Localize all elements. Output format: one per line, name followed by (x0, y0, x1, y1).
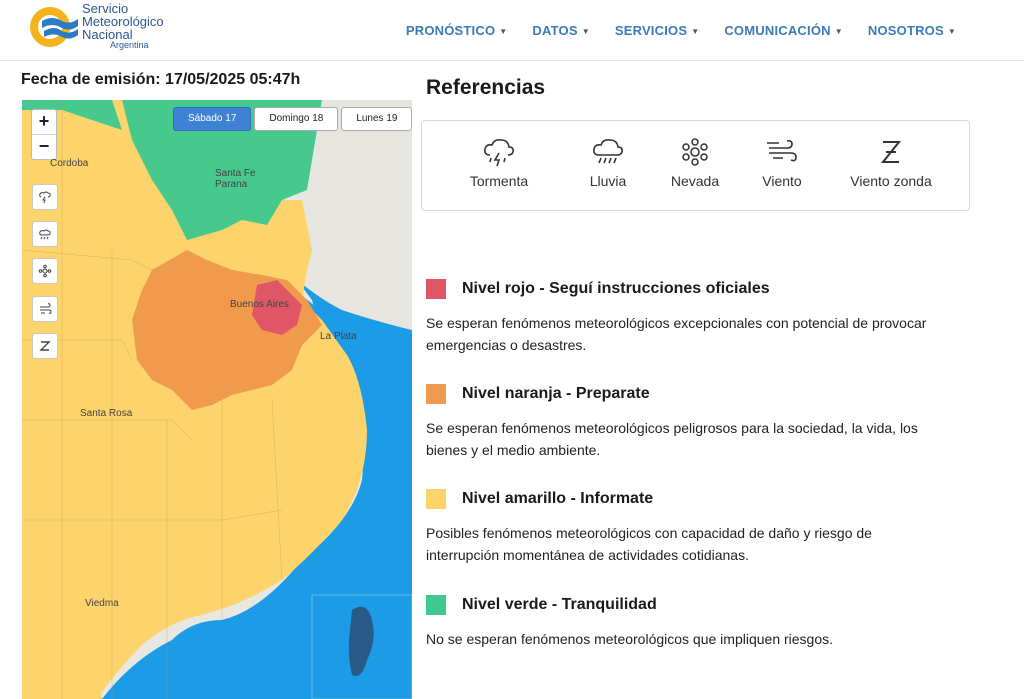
storm-layer-button[interactable] (32, 184, 58, 210)
day-selector: Sábado 17 Domingo 18 Lunes 19 (173, 107, 412, 131)
level-rojo: Nivel rojo - Seguí instrucciones oficial… (426, 279, 946, 356)
zoom-in-button[interactable]: + (32, 110, 56, 135)
zonda-icon (39, 341, 51, 351)
level-title-naranja: Nivel naranja - Preparate (462, 385, 650, 402)
level-title-amarillo: Nivel amarillo - Informate (462, 490, 654, 507)
ref-viento: Viento (737, 137, 827, 189)
chevron-down-icon: ▼ (499, 27, 508, 37)
smn-logo[interactable]: Servicio Meteorológico Nacional Argentin… (28, 2, 188, 50)
ref-label-tormenta: Tormenta (469, 173, 529, 189)
ref-label-lluvia: Lluvia (589, 173, 627, 189)
level-title-verde: Nivel verde - Tranquilidad (462, 596, 657, 613)
logo-line-4: Argentina (110, 40, 149, 50)
zoom-out-button[interactable]: − (32, 135, 56, 159)
nav-pronostico[interactable]: PRONÓSTICO ▼ (406, 23, 508, 38)
rain-icon (593, 139, 623, 164)
chevron-down-icon: ▼ (691, 27, 700, 37)
references-box: Tormenta Lluvia Nevada Viento Viento zon… (421, 120, 970, 211)
city-label-viedma: Viedma (85, 598, 119, 609)
city-label-buenos-aires: Buenos Aires (230, 299, 289, 310)
level-title-rojo: Nivel rojo - Seguí instrucciones oficial… (462, 280, 770, 297)
zoom-control: + − (31, 109, 57, 160)
level-desc-amarillo: Posibles fenómenos meteorológicos con ca… (426, 525, 872, 563)
level-naranja: Nivel naranja - Preparate Se esperan fen… (426, 384, 946, 461)
swatch-rojo (426, 279, 446, 299)
ref-lluvia: Lluvia (563, 137, 653, 189)
storm-icon (39, 191, 51, 204)
ref-label-viento-zonda: Viento zonda (850, 173, 932, 189)
nav-servicios[interactable]: SERVICIOS ▼ (615, 23, 700, 38)
wind-icon (767, 140, 797, 162)
city-label-cordoba: Cordoba (50, 158, 89, 169)
nav-datos[interactable]: DATOS ▼ (532, 23, 589, 38)
wind-layer-button[interactable] (32, 296, 58, 322)
city-label-la-plata: La Plata (320, 331, 357, 342)
chevron-down-icon: ▼ (947, 27, 956, 37)
references-title: Referencias (426, 76, 546, 99)
main-nav: PRONÓSTICO ▼ DATOS ▼ SERVICIOS ▼ COMUNICACI… (406, 23, 956, 38)
city-label-parana: Parana (215, 179, 248, 190)
emission-date: Fecha de emisión: 17/05/2025 05:47h (21, 71, 301, 88)
day-tab-lunes[interactable]: Lunes 19 (341, 107, 412, 131)
chevron-down-icon: ▼ (834, 27, 843, 37)
zonda-layer-button[interactable] (32, 333, 58, 359)
ref-label-nevada: Nevada (670, 173, 720, 189)
level-verde: Nivel verde - Tranquilidad No se esperan… (426, 595, 946, 650)
rain-layer-button[interactable] (32, 221, 58, 247)
smn-logo-icon (30, 7, 78, 47)
level-desc-verde: No se esperan fenómenos meteorológicos q… (426, 631, 834, 647)
wind-icon (40, 303, 52, 314)
day-tab-sabado[interactable]: Sábado 17 (173, 107, 252, 131)
level-desc-naranja: Se esperan fenómenos meteorológicos peli… (426, 420, 918, 458)
swatch-verde (426, 595, 446, 615)
site-header: Servicio Meteorológico Nacional Argentin… (0, 0, 1024, 61)
ref-label-viento: Viento (762, 173, 802, 189)
city-label-santa-rosa: Santa Rosa (80, 408, 133, 419)
level-desc-rojo: Se esperan fenómenos meteorológicos exce… (426, 315, 927, 353)
swatch-naranja (426, 384, 446, 404)
chevron-down-icon: ▼ (581, 27, 590, 37)
alert-map[interactable]: + − Sábado 17 Domingo 18 Lunes 19 Cordob… (22, 100, 412, 699)
zonda-icon (880, 141, 902, 163)
day-tab-domingo[interactable]: Domingo 18 (254, 107, 339, 131)
ref-viento-zonda: Viento zonda (846, 137, 936, 189)
ref-nevada: Nevada (650, 137, 740, 189)
storm-icon (484, 139, 514, 167)
city-label-santa-fe: Santa Fe (215, 168, 256, 179)
nav-comunicacion[interactable]: COMUNICACIÓN ▼ (724, 23, 843, 38)
rain-icon (39, 229, 51, 240)
snow-icon (38, 264, 52, 278)
level-amarillo: Nivel amarillo - Informate Posibles fenó… (426, 489, 946, 566)
snow-layer-button[interactable] (32, 258, 58, 284)
nav-nosotros[interactable]: NOSOTROS ▼ (868, 23, 956, 38)
ref-tormenta: Tormenta (454, 137, 544, 189)
swatch-amarillo (426, 489, 446, 509)
snow-icon (682, 138, 708, 166)
